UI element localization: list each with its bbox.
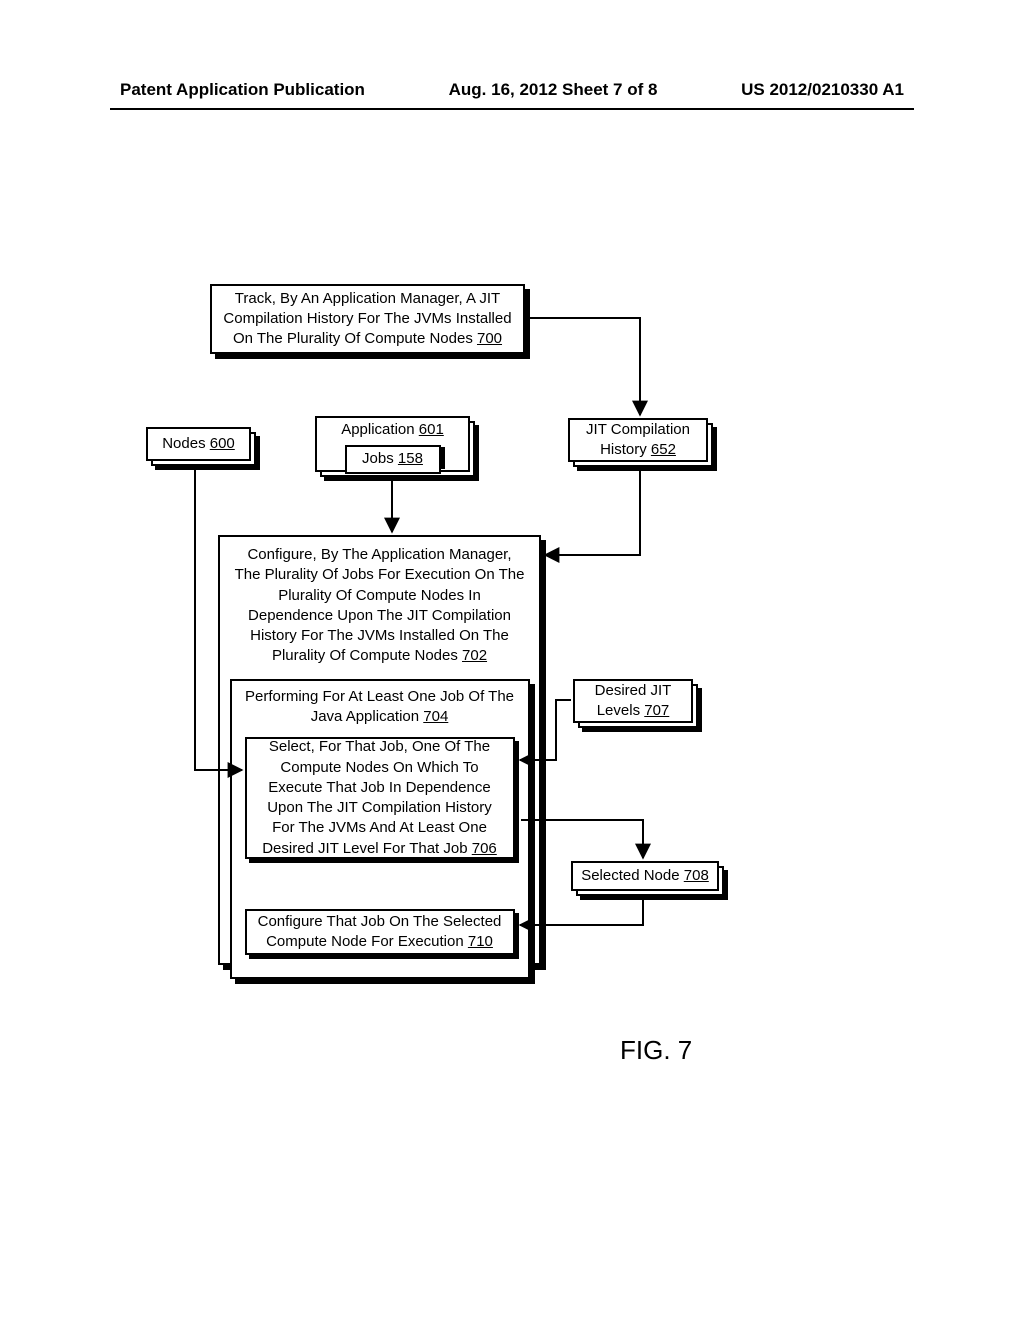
box-configure-job: Configure That Job On The Selected Compu… (245, 909, 515, 955)
select-text: Select, For That Job, One Of The Compute… (255, 737, 505, 859)
configure-text: Configure, By The Application Manager, T… (228, 545, 531, 667)
box-track: Track, By An Application Manager, A JIT … (210, 284, 525, 354)
box-desired-jit: Desired JIT Levels 707 (573, 679, 693, 723)
desired-jit-text: Desired JIT Levels 707 (583, 681, 683, 722)
jobs-text: Jobs 158 (362, 450, 423, 467)
configure-job-text: Configure That Job On The Selected Compu… (255, 912, 505, 953)
selected-node-text: Selected Node 708 (581, 866, 709, 886)
performing-text: Performing For At Least One Job Of The J… (240, 687, 520, 728)
figure-label: FIG. 7 (620, 1035, 692, 1066)
nodes-text: Nodes 600 (162, 434, 235, 454)
box-jobs: Jobs 158 (345, 445, 441, 473)
box-jit-history: JIT Compilation History 652 (568, 418, 708, 462)
box-performing: Performing For At Least One Job Of The J… (230, 679, 530, 979)
track-text: Track, By An Application Manager, A JIT … (220, 289, 515, 350)
flowchart: Track, By An Application Manager, A JIT … (0, 0, 1024, 1320)
box-application: Application 601 Jobs 158 (315, 416, 470, 472)
application-text: Application 601 (341, 420, 444, 440)
jit-history-text: JIT Compilation History 652 (578, 420, 698, 461)
box-nodes: Nodes 600 (146, 427, 251, 461)
box-configure: Configure, By The Application Manager, T… (218, 535, 541, 965)
box-select: Select, For That Job, One Of The Compute… (245, 737, 515, 859)
box-selected-node: Selected Node 708 (571, 861, 719, 891)
